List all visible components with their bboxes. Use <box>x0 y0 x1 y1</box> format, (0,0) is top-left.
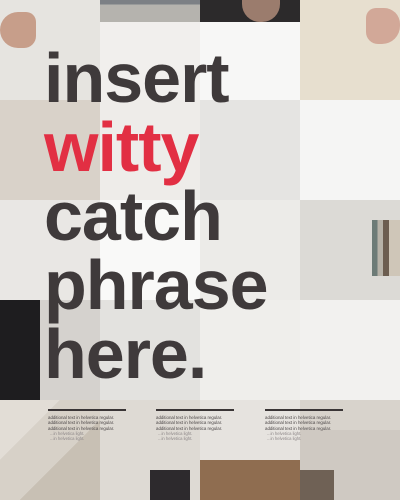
footnote-subtext: ...in helvetica light. <box>50 436 85 442</box>
bookshelf-fragment <box>372 220 400 276</box>
footnote-rule <box>265 409 343 411</box>
headline-accent-line: witty <box>44 108 199 186</box>
headline-line-3: catch <box>44 177 223 255</box>
footnote-rule <box>48 409 126 411</box>
shoe-fragment <box>150 470 190 500</box>
shadow-fragment <box>0 300 40 400</box>
headline-line-1: insert <box>44 39 230 117</box>
footnote-block-3: additional text in helvetica regular. ad… <box>265 409 343 442</box>
mosaic-tile <box>300 100 400 200</box>
shoe-fragment <box>300 470 334 500</box>
hand-fragment <box>0 12 36 48</box>
headline-line-4: phrase <box>44 246 269 324</box>
footnote-block-2: additional text in helvetica regular. ad… <box>156 409 234 442</box>
footnote-subtext: ...in helvetica light. <box>267 436 302 442</box>
footnote-rule <box>156 409 234 411</box>
poster-collage: insert witty catch phrase here. addition… <box>0 0 400 500</box>
headline-line-5: here. <box>44 315 207 393</box>
headline: insert witty catch phrase here. <box>44 39 269 393</box>
wood-floor-fragment <box>200 460 300 500</box>
footnote-subtext: ...in helvetica light. <box>158 436 193 442</box>
footnote-block-1: additional text in helvetica regular. ad… <box>48 409 126 442</box>
photo-fragment <box>100 0 200 22</box>
mosaic-tile <box>300 300 400 400</box>
